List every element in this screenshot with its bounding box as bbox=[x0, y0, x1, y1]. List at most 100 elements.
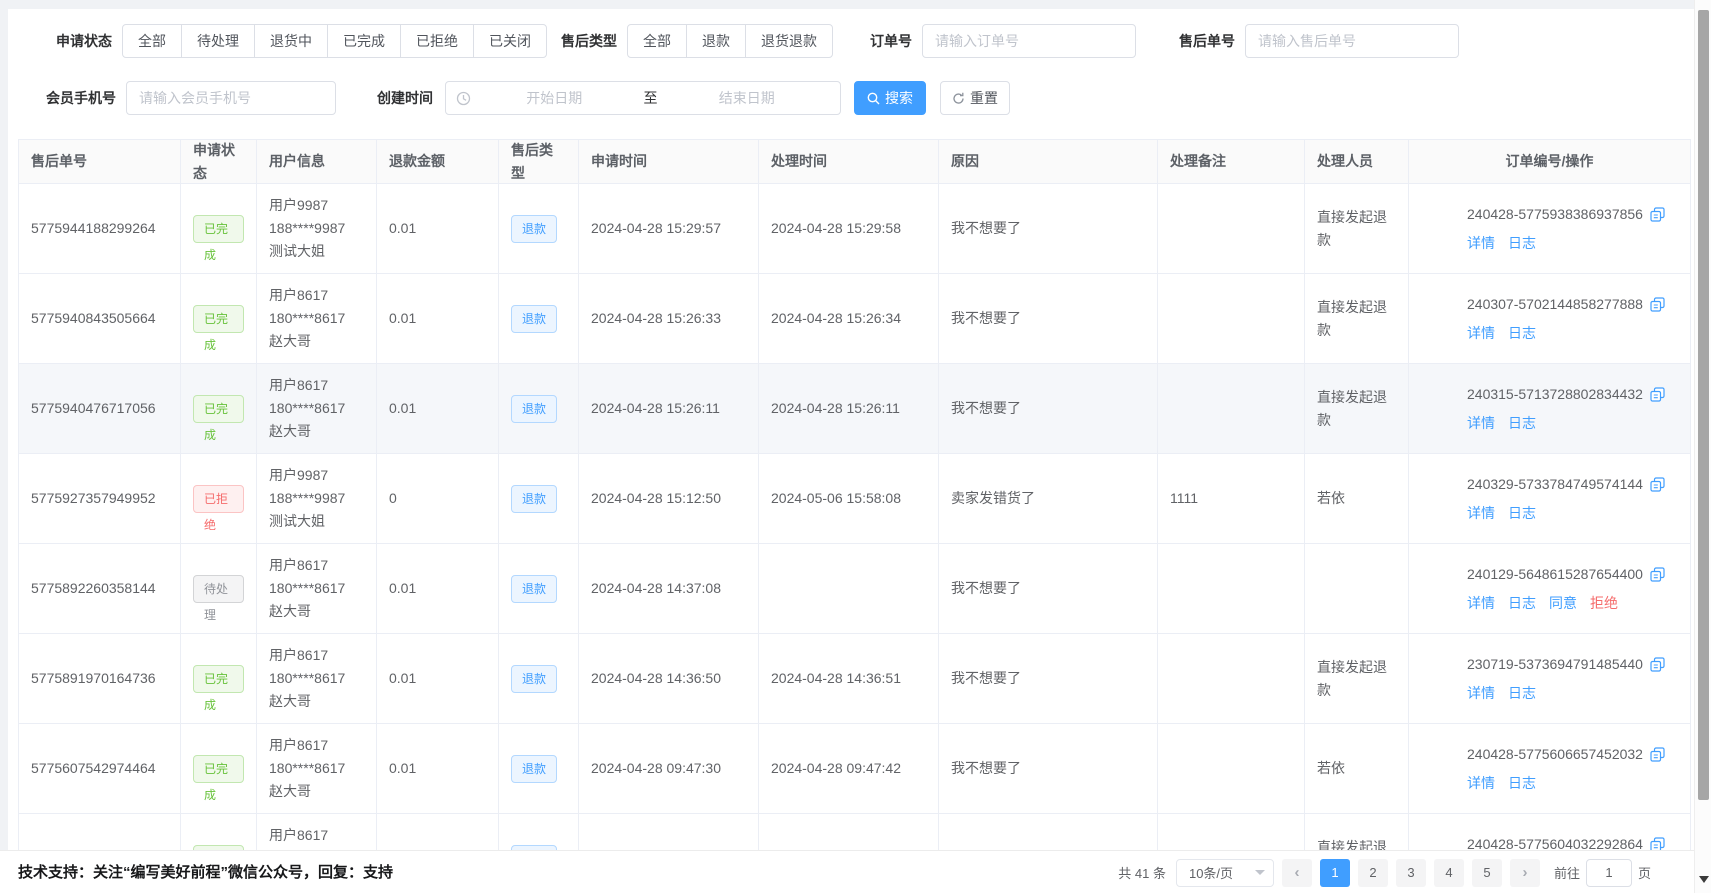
aftersale-type-option-0[interactable]: 全部 bbox=[627, 24, 687, 58]
status-cell: 已完成 bbox=[181, 634, 257, 724]
reason-cell: 我不想要了 bbox=[939, 634, 1158, 724]
table-row: 5775927357949952已拒绝用户9987188****9987测试大姐… bbox=[19, 454, 1690, 544]
table-row: 5775940843505664已完成用户8617180****8617赵大哥0… bbox=[19, 274, 1690, 364]
aftersale-type-option-1[interactable]: 退款 bbox=[686, 24, 746, 58]
date-range-separator: 至 bbox=[638, 88, 664, 108]
prev-page-button[interactable]: ‹ bbox=[1282, 859, 1312, 887]
action-link[interactable]: 拒绝 bbox=[1590, 592, 1618, 615]
aftersale-type-cell: 退款 bbox=[499, 814, 579, 850]
chevron-down-icon bbox=[1255, 870, 1265, 875]
handle-time-cell: 2024-04-28 14:36:51 bbox=[759, 634, 939, 724]
status-cell: 已完成 bbox=[181, 364, 257, 454]
action-link[interactable]: 详情 bbox=[1467, 232, 1495, 255]
type-tag: 退款 bbox=[511, 755, 557, 783]
copy-icon[interactable] bbox=[1650, 477, 1665, 492]
column-header: 处理时间 bbox=[759, 140, 939, 184]
handler-cell: 直接发起退款 bbox=[1305, 274, 1409, 364]
order-number: 240428-5775604032292864 bbox=[1467, 833, 1643, 851]
action-link[interactable]: 日志 bbox=[1508, 592, 1536, 615]
handle-time-cell: 2024-04-28 09:47:42 bbox=[759, 724, 939, 814]
scrollbar-thumb[interactable] bbox=[1698, 10, 1709, 800]
aftersale-no-cell: 5775892260358144 bbox=[19, 544, 181, 634]
copy-icon[interactable] bbox=[1650, 207, 1665, 222]
copy-icon[interactable] bbox=[1650, 387, 1665, 402]
page-size-select[interactable]: 10条/页 bbox=[1176, 859, 1274, 887]
remark-cell bbox=[1158, 364, 1305, 454]
aftersale-type-cell: 退款 bbox=[499, 544, 579, 634]
apply-time-cell: 2024-04-28 09:47:30 bbox=[579, 724, 759, 814]
table-row: 已完成用户8617180****8617赵大哥退款直接发起退款240428-57… bbox=[19, 814, 1690, 850]
action-link[interactable]: 详情 bbox=[1467, 772, 1495, 795]
handle-time-cell bbox=[759, 544, 939, 634]
action-link[interactable]: 详情 bbox=[1467, 592, 1495, 615]
status-tag: 已完成 bbox=[193, 305, 244, 333]
page-button-5[interactable]: 5 bbox=[1472, 859, 1502, 887]
status-cell: 已完成 bbox=[181, 814, 257, 850]
action-link[interactable]: 日志 bbox=[1508, 772, 1536, 795]
reset-button[interactable]: 重置 bbox=[940, 81, 1010, 115]
copy-icon[interactable] bbox=[1650, 657, 1665, 672]
apply-status-option-0[interactable]: 全部 bbox=[122, 24, 182, 58]
column-header: 原因 bbox=[939, 140, 1158, 184]
apply-status-option-4[interactable]: 已拒绝 bbox=[400, 24, 474, 58]
aftersale-type-cell: 退款 bbox=[499, 364, 579, 454]
apply-time-cell: 2024-04-28 15:26:33 bbox=[579, 274, 759, 364]
page-button-2[interactable]: 2 bbox=[1358, 859, 1388, 887]
next-page-button[interactable]: › bbox=[1510, 859, 1540, 887]
action-link[interactable]: 日志 bbox=[1508, 412, 1536, 435]
order-no-input[interactable] bbox=[922, 24, 1136, 58]
apply-status-option-3[interactable]: 已完成 bbox=[327, 24, 401, 58]
scrollbar-down-arrow-icon[interactable] bbox=[1699, 876, 1709, 883]
copy-icon[interactable] bbox=[1650, 297, 1665, 312]
clock-icon bbox=[456, 91, 471, 106]
member-phone-input[interactable] bbox=[126, 81, 336, 115]
type-tag: 退款 bbox=[511, 215, 557, 243]
table-row: 5775892260358144待处理用户8617180****8617赵大哥0… bbox=[19, 544, 1690, 634]
start-date-placeholder[interactable]: 开始日期 bbox=[471, 88, 638, 108]
order-no-label: 订单号 bbox=[820, 24, 912, 58]
action-link[interactable]: 日志 bbox=[1508, 502, 1536, 525]
member-phone-label: 会员手机号 bbox=[26, 81, 116, 115]
action-link[interactable]: 详情 bbox=[1467, 322, 1495, 345]
action-link[interactable]: 日志 bbox=[1508, 232, 1536, 255]
action-link[interactable]: 详情 bbox=[1467, 502, 1495, 525]
action-link[interactable]: 详情 bbox=[1467, 412, 1495, 435]
action-link[interactable]: 同意 bbox=[1549, 592, 1577, 615]
user-info-cell: 用户9987188****9987测试大姐 bbox=[257, 184, 377, 274]
create-time-range-picker[interactable]: 开始日期 至 结束日期 bbox=[445, 81, 841, 115]
page-button-3[interactable]: 3 bbox=[1396, 859, 1426, 887]
tech-support-text: 技术支持：关注“编写美好前程”微信公众号，回复：支持 bbox=[18, 851, 393, 893]
aftersale-type-cell: 退款 bbox=[499, 454, 579, 544]
refresh-icon bbox=[952, 92, 965, 105]
status-cell: 已完成 bbox=[181, 184, 257, 274]
action-link[interactable]: 详情 bbox=[1467, 682, 1495, 705]
pagination: 共 41 条 10条/页 ‹ 12345 › 前往 页 bbox=[1118, 851, 1651, 893]
search-button[interactable]: 搜索 bbox=[854, 81, 926, 115]
page-button-4[interactable]: 4 bbox=[1434, 859, 1464, 887]
refund-amount-cell: 0.01 bbox=[377, 184, 499, 274]
apply-status-option-2[interactable]: 退货中 bbox=[254, 24, 328, 58]
reason-cell: 我不想要了 bbox=[939, 364, 1158, 454]
apply-status-option-1[interactable]: 待处理 bbox=[181, 24, 255, 58]
refund-amount-cell: 0.01 bbox=[377, 544, 499, 634]
type-tag: 退款 bbox=[511, 665, 557, 693]
aftersale-no-cell: 5775940843505664 bbox=[19, 274, 181, 364]
search-button-label: 搜索 bbox=[885, 88, 913, 108]
order-operation-cell: 240428-5775606657452032详情日志 bbox=[1409, 724, 1690, 814]
copy-icon[interactable] bbox=[1650, 567, 1665, 582]
aftersale-type-cell: 退款 bbox=[499, 634, 579, 724]
copy-icon[interactable] bbox=[1650, 837, 1665, 851]
action-link[interactable]: 日志 bbox=[1508, 682, 1536, 705]
reason-cell bbox=[939, 814, 1158, 850]
remark-cell bbox=[1158, 544, 1305, 634]
handler-cell: 若依 bbox=[1305, 454, 1409, 544]
action-link[interactable]: 日志 bbox=[1508, 322, 1536, 345]
order-number: 240307-5702144858277888 bbox=[1467, 293, 1643, 316]
page-button-1[interactable]: 1 bbox=[1320, 859, 1350, 887]
end-date-placeholder[interactable]: 结束日期 bbox=[664, 88, 831, 108]
goto-page-input[interactable] bbox=[1586, 859, 1632, 887]
copy-icon[interactable] bbox=[1650, 747, 1665, 762]
aftersale-no-input[interactable] bbox=[1245, 24, 1459, 58]
status-cell: 已完成 bbox=[181, 724, 257, 814]
vertical-scrollbar[interactable] bbox=[1694, 0, 1711, 893]
